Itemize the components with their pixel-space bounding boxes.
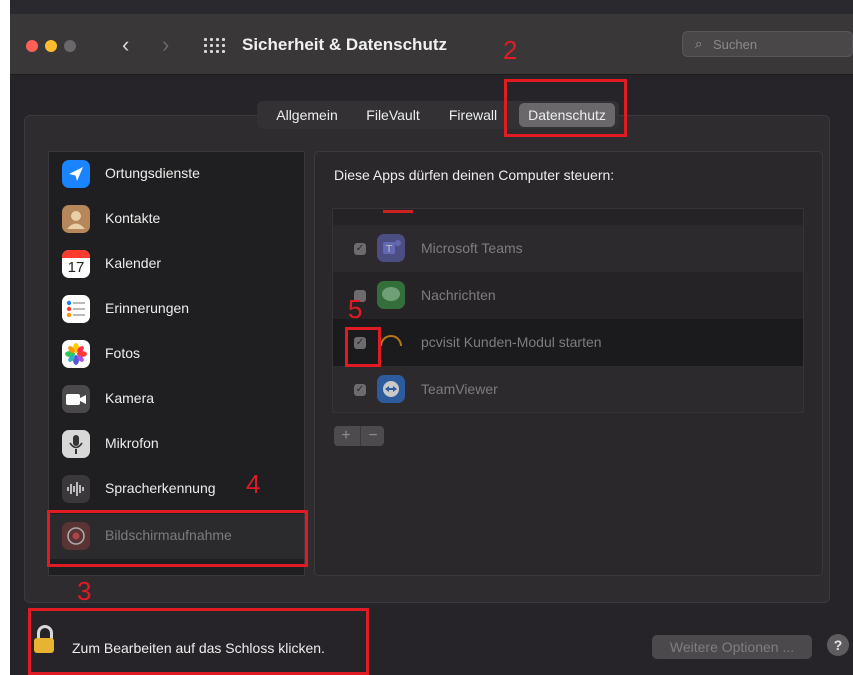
microsoft-teams-icon: T [377,234,405,262]
scroll-indicator [383,210,413,213]
sidebar-item-label: Fotos [105,345,141,361]
photos-icon [62,340,90,368]
more-options-button[interactable]: Weitere Optionen ... [652,635,812,659]
sidebar-item-label: Mikrofon [105,435,159,451]
speech-recognition-icon [62,475,90,503]
sidebar-item-spracherkennung[interactable]: Spracherkennung [49,467,304,512]
microphone-icon [62,430,90,458]
sidebar-item-kalender[interactable]: 17 Kalender [49,242,304,287]
sidebar-item-ortungsdienste[interactable]: Ortungsdienste [49,152,304,197]
tab-filevault[interactable]: FileVault [353,101,433,129]
tab-firewall[interactable]: Firewall [437,101,509,129]
sidebar-item-kontakte[interactable]: Kontakte [49,197,304,242]
app-name: Microsoft Teams [421,240,523,256]
panel-heading: Diese Apps dürfen deinen Computer steuer… [334,167,615,183]
app-checkbox[interactable]: ✓ [354,243,366,255]
reminders-icon [62,295,90,323]
minimize-button[interactable] [45,40,57,52]
list-item-microsoft-teams[interactable]: ✓ T Microsoft Teams [333,225,803,272]
app-name: pcvisit Kunden-Modul starten [421,334,602,350]
app-name: TeamViewer [421,381,498,397]
tab-allgemein[interactable]: Allgemein [265,101,349,129]
sidebar-item-label: Kamera [105,390,155,406]
list-item-teamviewer[interactable]: ✓ TeamViewer [333,366,803,412]
sidebar-item-label: Erinnerungen [105,300,190,316]
preferences-window: ‹ › Sicherheit & Datenschutz ⌕ Suchen Al… [10,0,853,675]
add-app-button[interactable]: + [334,426,358,446]
forward-button[interactable]: › [162,34,169,56]
contacts-icon [62,205,90,233]
close-button[interactable] [26,40,38,52]
list-item-nachrichten[interactable]: Nachrichten [333,272,803,319]
tab-bar: Allgemein FileVault Firewall Datenschutz [257,101,619,129]
app-list: ✓ T Microsoft Teams Nachrichten ✓ pcvisi… [332,208,804,413]
pcvisit-icon [377,328,405,356]
sidebar-item-label: Bildschirmaufnahme [105,527,232,543]
app-checkbox[interactable]: ✓ [354,337,366,349]
add-remove-control: + − [334,426,384,446]
calendar-day-label: 17 [67,259,85,276]
help-button[interactable]: ? [827,634,849,656]
lock-instruction[interactable]: Zum Bearbeiten auf das Schloss klicken. [72,640,325,656]
lock-icon[interactable] [34,625,54,653]
zoom-button[interactable] [64,40,76,52]
sidebar-item-mikrofon[interactable]: Mikrofon [49,422,304,467]
sidebar-item-kamera[interactable]: Kamera [49,377,304,422]
sidebar-item-bildschirmaufnahme[interactable]: Bildschirmaufnahme [49,514,304,559]
search-placeholder: Suchen [713,37,758,52]
camera-icon [62,385,90,413]
tab-datenschutz[interactable]: Datenschutz [519,103,615,127]
messages-icon [377,281,405,309]
step-number-3: 3 [77,576,92,606]
list-item-pcvisit[interactable]: ✓ pcvisit Kunden-Modul starten [333,319,803,366]
step-number-5: 5 [348,294,363,324]
svg-text:T: T [385,244,393,255]
sidebar-item-erinnerungen[interactable]: Erinnerungen [49,287,304,332]
screen-recording-icon [62,522,90,550]
teamviewer-icon [377,375,405,403]
show-all-grid-icon[interactable] [204,38,225,54]
location-arrow-icon [62,160,90,188]
sidebar-item-label: Ortungsdienste [105,165,200,181]
back-button[interactable]: ‹ [122,34,129,56]
search-icon: ⌕ [695,36,703,51]
sidebar-item-fotos[interactable]: Fotos [49,332,304,377]
sidebar-item-label: Kontakte [105,210,161,226]
step-number-4: 4 [246,469,261,499]
calendar-icon: 17 [62,250,90,278]
step-number-2: 2 [503,35,518,65]
title-bar: ‹ › Sicherheit & Datenschutz ⌕ Suchen [10,14,853,75]
window-title: Sicherheit & Datenschutz [242,35,447,54]
sidebar-item-label: Spracherkennung [105,480,216,496]
remove-app-button[interactable]: − [360,426,385,446]
sidebar-item-label: Kalender [105,255,162,271]
privacy-category-list: Ortungsdienste Kontakte 17 Kalender Erin… [48,151,305,576]
app-checkbox[interactable]: ✓ [354,384,366,396]
app-name: Nachrichten [421,287,496,303]
search-field[interactable]: ⌕ Suchen [682,31,853,57]
top-strip [10,0,853,14]
